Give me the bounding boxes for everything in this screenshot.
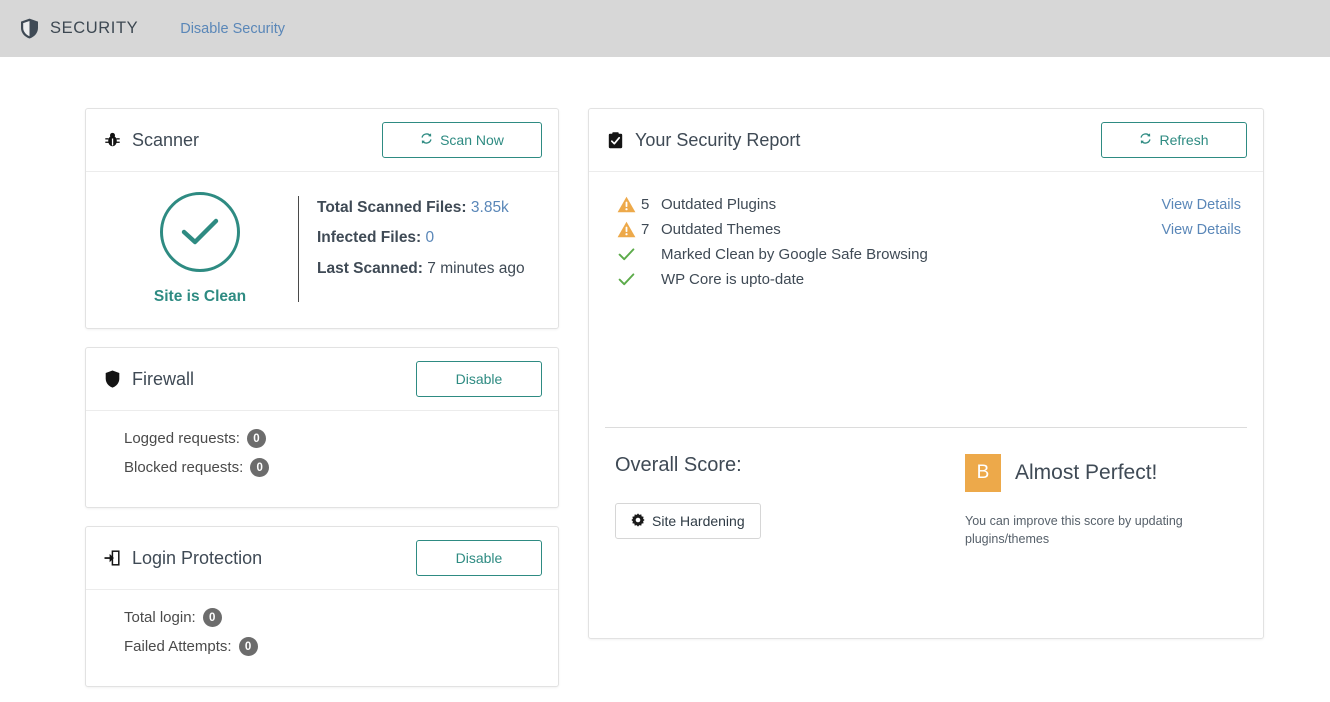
app-header: SECURITY Disable Security bbox=[0, 0, 1330, 57]
refresh-icon bbox=[1139, 132, 1152, 148]
scanner-status-label: Site is Clean bbox=[153, 288, 247, 305]
check-circle-icon bbox=[160, 192, 240, 272]
grade-badge: B bbox=[965, 454, 1001, 492]
scan-now-button[interactable]: Scan Now bbox=[382, 122, 542, 158]
login-protection-disable-label: Disable bbox=[455, 550, 503, 566]
stat-value: 7 minutes ago bbox=[427, 259, 525, 277]
refresh-report-label: Refresh bbox=[1159, 132, 1209, 148]
counter-label: Logged requests: bbox=[124, 430, 240, 447]
firewall-disable-button[interactable]: Disable bbox=[416, 361, 542, 397]
report-item-count: 5 bbox=[641, 196, 650, 213]
stat-row: Total Scanned Files: 3.85k bbox=[317, 198, 542, 217]
page-content: Scanner Scan Now Site is Clean Total Sca… bbox=[0, 57, 1330, 702]
scanner-card: Scanner Scan Now Site is Clean Total Sca… bbox=[85, 108, 559, 329]
stat-label: Total Scanned Files: bbox=[317, 199, 467, 216]
firewall-card-header: Firewall Disable bbox=[86, 348, 558, 411]
report-item: WP Core is upto-date bbox=[605, 267, 1247, 292]
view-details-link[interactable]: View Details bbox=[1161, 197, 1247, 213]
stat-label: Infected Files: bbox=[317, 229, 422, 247]
counter-badge: 0 bbox=[250, 458, 270, 477]
counter-badge: 0 bbox=[238, 637, 258, 656]
grade-line: B Almost Perfect! bbox=[965, 454, 1247, 492]
counter-label: Failed Attempts: bbox=[124, 638, 232, 655]
counter-label: Blocked requests: bbox=[124, 459, 244, 476]
counter-row: Logged requests: 0 bbox=[102, 429, 542, 448]
firewall-disable-label: Disable bbox=[455, 371, 503, 387]
login-protection-card: Login Protection Disable Total login: 0 … bbox=[85, 526, 559, 687]
stat-label: Last Scanned: bbox=[317, 259, 423, 277]
counter-row: Failed Attempts: 0 bbox=[102, 637, 542, 656]
scanner-card-header: Scanner Scan Now bbox=[86, 109, 558, 172]
overall-score-heading: Overall Score: bbox=[615, 454, 742, 476]
scanner-status: Site is Clean bbox=[102, 192, 298, 306]
firewall-title-group: Firewall bbox=[102, 369, 194, 390]
overall-score-right: B Almost Perfect! You can improve this s… bbox=[955, 454, 1247, 612]
gear-icon bbox=[631, 512, 645, 530]
check-icon bbox=[605, 271, 641, 288]
warning-icon bbox=[605, 196, 641, 213]
report-item: Marked Clean by Google Safe Browsing bbox=[605, 242, 1247, 267]
report-item-text: Outdated Plugins bbox=[661, 196, 777, 213]
stat-row: Infected Files: 0 bbox=[317, 228, 542, 247]
firewall-card-body: Logged requests: 0 Blocked requests: 0 bbox=[86, 411, 558, 507]
refresh-report-button[interactable]: Refresh bbox=[1101, 122, 1247, 158]
report-item-text: WP Core is upto-date bbox=[661, 271, 805, 288]
security-report-title: Your Security Report bbox=[635, 129, 801, 150]
counter-row: Total login: 0 bbox=[102, 608, 542, 627]
login-protection-title: Login Protection bbox=[132, 547, 263, 568]
left-column: Scanner Scan Now Site is Clean Total Sca… bbox=[85, 108, 559, 702]
security-report-title-group: Your Security Report bbox=[605, 130, 800, 151]
firewall-title: Firewall bbox=[132, 368, 195, 389]
site-hardening-label: Site Hardening bbox=[652, 513, 745, 529]
grade-text: Almost Perfect! bbox=[1015, 461, 1158, 484]
scanner-stats: Total Scanned Files: 3.85k Infected File… bbox=[299, 192, 542, 306]
scanner-title-group: Scanner bbox=[102, 130, 199, 151]
counter-row: Blocked requests: 0 bbox=[102, 458, 542, 477]
overall-score-left: Overall Score: Site Hardening bbox=[615, 454, 955, 612]
shield-icon bbox=[18, 17, 40, 41]
stat-row: Last Scanned: 7 minutes ago bbox=[317, 259, 542, 278]
clipboard-check-icon bbox=[605, 130, 625, 150]
report-item: 5 Outdated Plugins View Details bbox=[605, 192, 1247, 217]
report-item: 7 Outdated Themes View Details bbox=[605, 217, 1247, 242]
warning-icon bbox=[605, 221, 641, 238]
security-report-list: 5 Outdated Plugins View Details 7 Outdat… bbox=[589, 172, 1263, 417]
counter-badge: 0 bbox=[246, 429, 266, 448]
report-item-count: 7 bbox=[641, 221, 650, 238]
bug-icon bbox=[102, 130, 122, 150]
right-column: Your Security Report Refresh 5 Outdated … bbox=[588, 108, 1264, 657]
scanner-title: Scanner bbox=[132, 129, 200, 150]
security-report-card-header: Your Security Report Refresh bbox=[589, 109, 1263, 172]
view-details-link[interactable]: View Details bbox=[1161, 222, 1247, 238]
shield-solid-icon bbox=[102, 369, 122, 389]
score-note: You can improve this score by updating p… bbox=[965, 514, 1183, 547]
site-hardening-button[interactable]: Site Hardening bbox=[615, 503, 761, 539]
stat-value: 3.85k bbox=[470, 199, 509, 216]
stat-value: 0 bbox=[425, 229, 435, 247]
firewall-card: Firewall Disable Logged requests: 0 Bloc… bbox=[85, 347, 559, 508]
login-protection-title-group: Login Protection bbox=[102, 548, 262, 569]
scan-now-label: Scan Now bbox=[440, 132, 504, 148]
report-item-text: Marked Clean by Google Safe Browsing bbox=[661, 246, 928, 263]
security-report-card: Your Security Report Refresh 5 Outdated … bbox=[588, 108, 1264, 639]
refresh-icon bbox=[420, 132, 433, 148]
login-protection-card-header: Login Protection Disable bbox=[86, 527, 558, 590]
counter-badge: 0 bbox=[202, 608, 222, 627]
report-item-text: Outdated Themes bbox=[661, 221, 781, 238]
scanner-card-body: Site is Clean Total Scanned Files: 3.85k… bbox=[86, 172, 558, 328]
login-protection-disable-button[interactable]: Disable bbox=[416, 540, 542, 576]
counter-label: Total login: bbox=[124, 609, 196, 626]
disable-security-link[interactable]: Disable Security bbox=[180, 21, 285, 37]
login-protection-card-body: Total login: 0 Failed Attempts: 0 bbox=[86, 590, 558, 686]
page-title: SECURITY bbox=[50, 19, 139, 37]
sign-in-icon bbox=[102, 548, 122, 568]
check-icon bbox=[605, 246, 641, 263]
overall-score-section: Overall Score: Site Hardening B Almost P… bbox=[589, 428, 1263, 638]
